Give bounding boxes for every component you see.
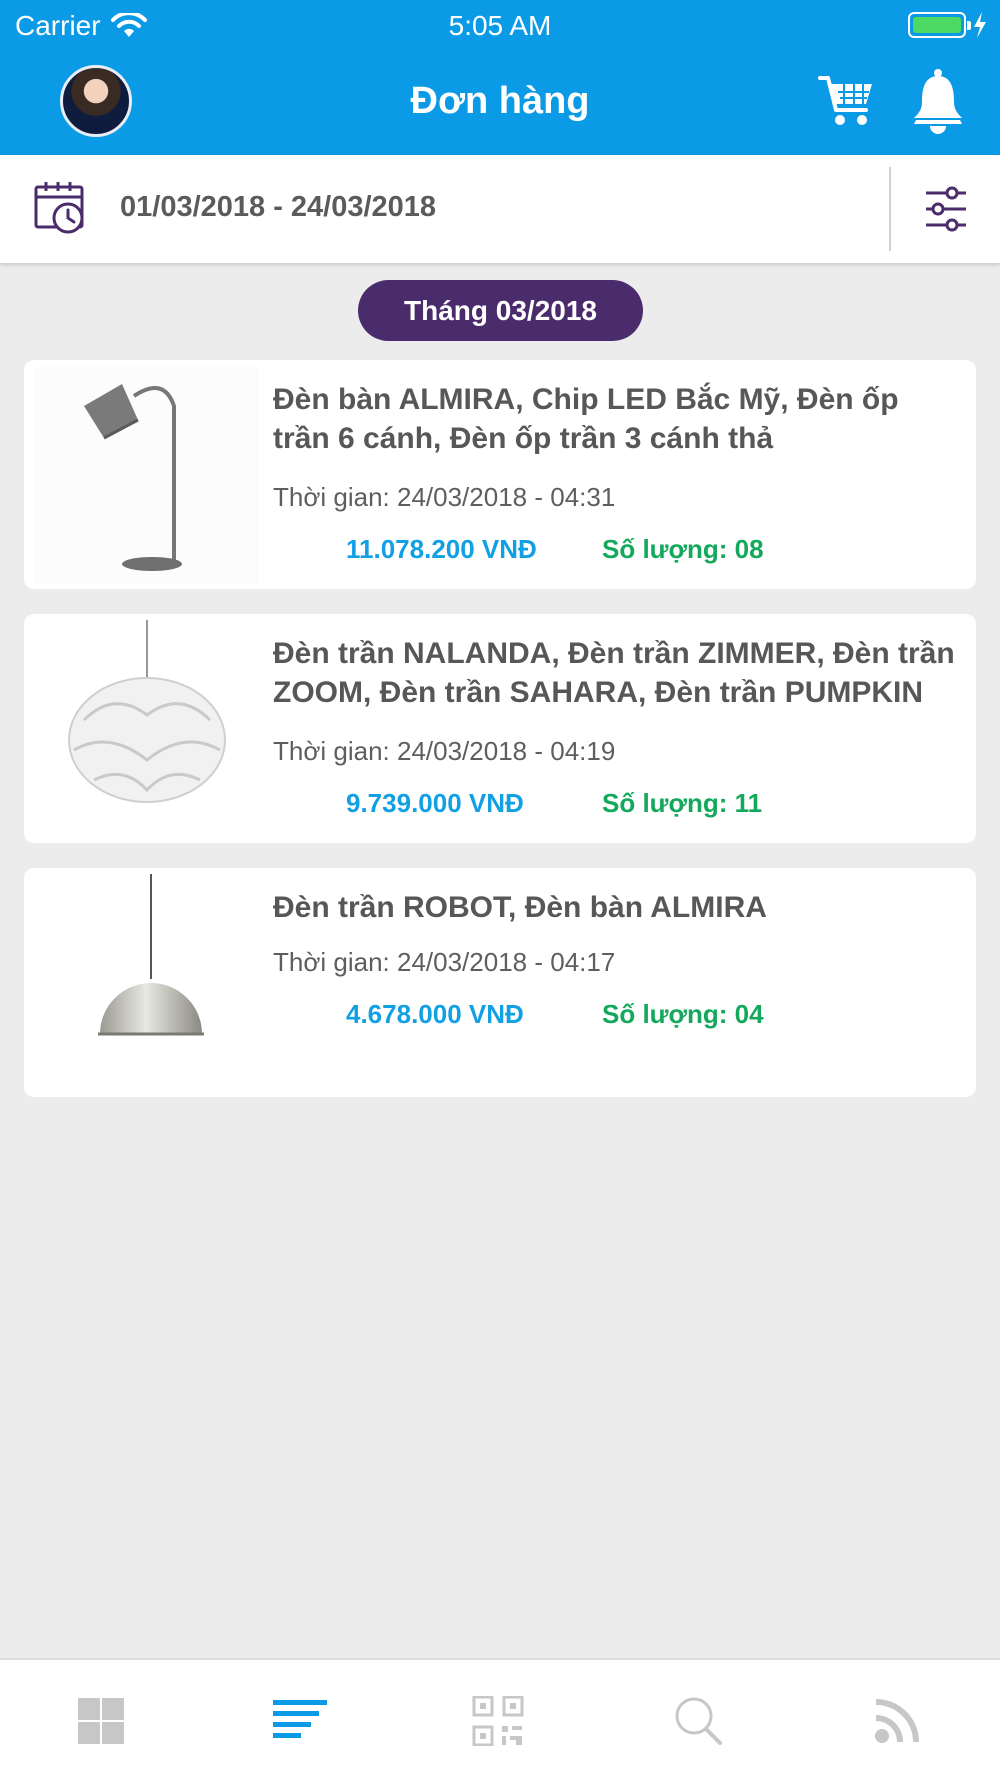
order-quantity: Số lượng: 04 <box>602 999 764 1029</box>
app-root: Carrier 5:05 AM Đơn hàng 01/03/2018 - 24… <box>0 0 1000 1778</box>
order-title: Đèn bàn ALMIRA, Chip LED Bắc Mỹ, Đèn ốp … <box>273 383 899 455</box>
pendant-lamp-white-image <box>34 620 259 838</box>
pendant-lamp-dome-image <box>34 874 259 1092</box>
order-time: Thời gian: 24/03/2018 - 04:19 <box>273 736 616 766</box>
tab-bar <box>0 1658 1000 1778</box>
calendar-clock-icon[interactable] <box>34 181 88 235</box>
order-quantity: Số lượng: 08 <box>602 534 764 564</box>
order-quantity: Số lượng: 11 <box>602 788 763 818</box>
order-price: 11.078.200 VNĐ <box>346 534 537 564</box>
order-price: 4.678.000 VNĐ <box>346 999 524 1029</box>
order-card[interactable]: Đèn trần NALANDA, Đèn trần ZIMMER, Đèn t… <box>24 614 976 843</box>
date-filter-bar: 01/03/2018 - 24/03/2018 <box>0 155 1000 263</box>
status-bar: Carrier 5:05 AM <box>0 0 1000 50</box>
date-range-label[interactable]: 01/03/2018 - 24/03/2018 <box>120 191 436 224</box>
bell-icon[interactable] <box>910 68 966 134</box>
order-time: Thời gian: 24/03/2018 - 04:31 <box>273 482 616 512</box>
order-card[interactable]: Đèn bàn ALMIRA, Chip LED Bắc Mỹ, Đèn ốp … <box>24 360 976 589</box>
order-title: Đèn trần ROBOT, Đèn bàn ALMIRA <box>273 891 767 924</box>
divider <box>889 167 891 251</box>
dashboard-icon[interactable] <box>74 1696 128 1746</box>
rss-icon[interactable] <box>872 1696 926 1746</box>
order-title: Đèn trần NALANDA, Đèn trần ZIMMER, Đèn t… <box>273 637 955 709</box>
status-time: 5:05 AM <box>448 10 552 41</box>
order-time: Thời gian: 24/03/2018 - 04:17 <box>273 947 616 977</box>
nav-bar: Đơn hàng <box>0 50 1000 155</box>
battery-indicator <box>908 12 988 38</box>
cart-icon[interactable] <box>818 72 876 130</box>
battery-icon <box>908 12 971 38</box>
qr-code-icon[interactable] <box>472 1696 526 1746</box>
month-header: Tháng 03/2018 <box>358 280 643 341</box>
charging-bolt-icon <box>974 12 986 38</box>
sliders-icon[interactable] <box>924 185 968 233</box>
header: Carrier 5:05 AM Đơn hàng <box>0 0 1000 155</box>
orders-list-icon[interactable] <box>273 1696 327 1746</box>
order-card[interactable]: Đèn trần ROBOT, Đèn bàn ALMIRA Thời gian… <box>24 868 976 1097</box>
order-price: 9.739.000 VNĐ <box>346 788 524 818</box>
search-icon[interactable] <box>672 1696 726 1746</box>
floor-lamp-image <box>34 366 259 584</box>
